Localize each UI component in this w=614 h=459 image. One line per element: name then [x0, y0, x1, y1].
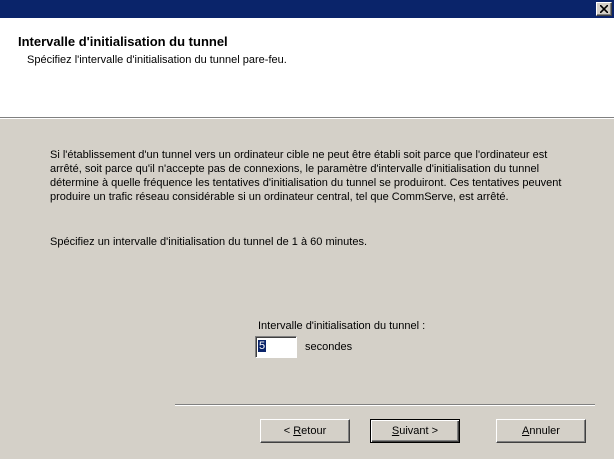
content-panel: Si l'établissement d'un tunnel vers un o… [0, 120, 614, 400]
next-button[interactable]: Suivant > [370, 419, 460, 443]
cancel-label: nnuler [529, 425, 560, 437]
close-button[interactable] [596, 2, 612, 16]
unit-label: secondes [305, 341, 353, 353]
header-panel: Intervalle d'initialisation du tunnel Sp… [0, 18, 614, 119]
next-label: uivant > [399, 425, 439, 437]
back-mnemonic: R [293, 425, 302, 437]
setup-dialog: Intervalle d'initialisation du tunnel Sp… [0, 0, 614, 459]
page-subtitle: Spécifiez l'intervalle d'initialisation … [27, 54, 287, 66]
page-title: Intervalle d'initialisation du tunnel [18, 34, 228, 49]
interval-value: 5 [258, 340, 267, 352]
interval-input[interactable]: 5 [255, 336, 297, 358]
close-icon [600, 5, 608, 13]
back-label: etour [301, 425, 327, 437]
button-separator [175, 404, 595, 406]
cancel-button[interactable]: Annuler [496, 419, 586, 443]
next-mnemonic: S [391, 425, 400, 437]
title-bar[interactable] [0, 0, 614, 18]
back-prefix: < [283, 425, 294, 437]
back-button[interactable]: < Retour [260, 419, 350, 443]
instruction-text: Spécifiez un intervalle d'initialisation… [50, 236, 368, 248]
interval-label: Intervalle d'initialisation du tunnel : [258, 320, 426, 332]
cancel-mnemonic: A [522, 425, 530, 437]
description-text: Si l'établissement d'un tunnel vers un o… [50, 149, 562, 203]
